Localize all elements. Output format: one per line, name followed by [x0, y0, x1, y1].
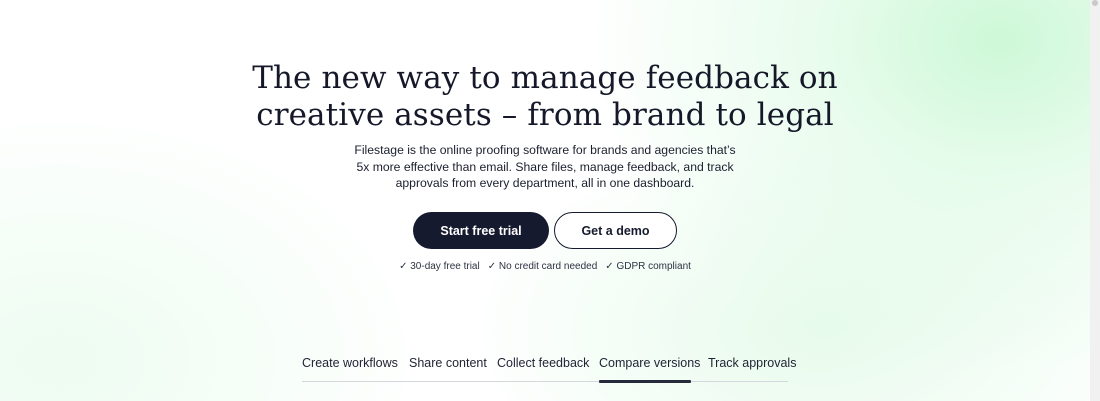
get-a-demo-button[interactable]: Get a demo — [554, 212, 677, 249]
perk-no-credit-card: ✓ No credit card needed — [487, 261, 598, 272]
title-line-2: creative assets – from brand to legal — [256, 97, 834, 133]
tab-track-approvals[interactable]: Track approvals — [708, 356, 796, 382]
feature-tabs: Create workflows Share content Collect f… — [302, 356, 796, 383]
subtitle-line-1: Filestage is the online proofing softwar… — [354, 143, 736, 157]
subtitle-line-2: 5x more effective than email. Share file… — [356, 159, 734, 174]
hero-section: The new way to manage feedback on creati… — [0, 0, 1090, 401]
subtitle-line-3: approvals from every department, all in … — [395, 176, 695, 190]
page-scrollbar[interactable] — [1090, 0, 1100, 401]
perks-list: ✓ 30-day free trial ✓ No credit card nee… — [0, 261, 1090, 272]
perk-gdpr: ✓ GDPR compliant — [605, 261, 691, 272]
tab-collect-feedback[interactable]: Collect feedback — [497, 356, 589, 382]
tab-compare-versions[interactable]: Compare versions — [599, 356, 700, 383]
scrollbar-thumb[interactable] — [1092, 0, 1098, 6]
perk-free-trial: ✓ 30-day free trial — [399, 261, 480, 272]
title-line-1: The new way to manage feedback on — [252, 60, 838, 96]
tab-create-workflows[interactable]: Create workflows — [302, 356, 398, 382]
tab-share-content[interactable]: Share content — [409, 356, 487, 382]
hero-subtitle: Filestage is the online proofing softwar… — [345, 142, 745, 192]
start-free-trial-button[interactable]: Start free trial — [413, 212, 549, 249]
page-title: The new way to manage feedback on creati… — [0, 60, 1090, 134]
